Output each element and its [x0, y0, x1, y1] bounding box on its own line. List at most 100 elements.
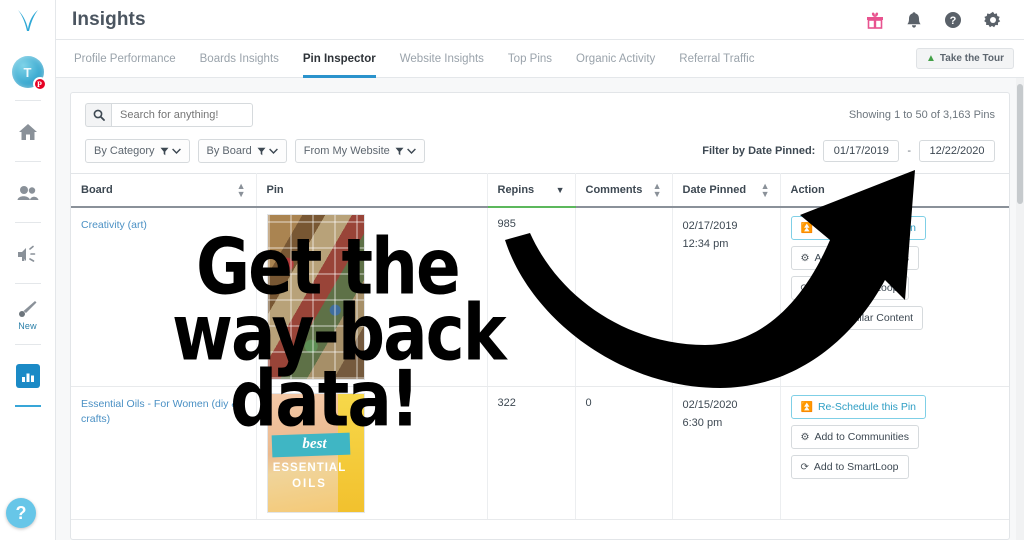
add-to-communities-button[interactable]: ⚙ Add to Communities	[790, 425, 920, 449]
tab-referral-traffic[interactable]: Referral Traffic	[679, 40, 754, 78]
reschedule-pin-button[interactable]: ⏫ Re-Schedule this Pin	[790, 216, 927, 240]
sort-descending-icon: ▼	[555, 185, 565, 195]
cell-action: ⏫ Re-Schedule this Pin ⚙ Add to Communit…	[780, 207, 1009, 387]
funnel-icon	[160, 147, 169, 155]
sidebar-item-promote[interactable]	[8, 237, 48, 271]
tab-pin-inspector[interactable]: Pin Inspector	[302, 40, 376, 78]
cell-repins: 322	[487, 386, 576, 520]
app-logo[interactable]	[0, 0, 55, 40]
gift-glyph	[867, 12, 883, 29]
search-input[interactable]	[111, 103, 253, 127]
tab-boards-insights[interactable]: Boards Insights	[200, 40, 279, 78]
sidebar-item-communities[interactable]	[8, 176, 48, 210]
help-fab-button[interactable]: ?	[6, 498, 36, 528]
bell-glyph	[907, 11, 921, 28]
svg-text:?: ?	[950, 15, 957, 27]
add-to-smartloop-button[interactable]: ⟳ Add to SmartLoop	[790, 276, 909, 300]
pin-thumbnail-text-line1: ESSENTIAL	[272, 462, 347, 474]
gift-icon[interactable]	[866, 11, 884, 29]
column-label-action: Action	[790, 184, 825, 196]
date-to-input[interactable]	[919, 140, 995, 162]
tab-profile-performance[interactable]: Profile Performance	[74, 40, 176, 78]
bell-icon[interactable]	[906, 11, 922, 29]
sidebar-item-insights[interactable]	[8, 359, 48, 393]
tab-organic-activity[interactable]: Organic Activity	[576, 40, 655, 78]
search-row: Showing 1 to 50 of 3,163 Pins	[71, 93, 1009, 133]
add-to-smartloop-label: Add to SmartLoop	[813, 282, 899, 294]
column-label-date-pinned: Date Pinned	[682, 184, 747, 196]
pin-thumbnail-text-line2: OILS	[292, 478, 327, 490]
sort-icon: ▲ ▼	[652, 181, 662, 199]
date-pinned-time: 12:34 pm	[682, 237, 729, 250]
find-similar-content-button[interactable]: 💡 Find Similar Content	[790, 306, 924, 330]
pin-thumbnail[interactable]	[266, 214, 365, 380]
column-label-repins: Repins	[497, 184, 535, 196]
main-content: Showing 1 to 50 of 3,163 Pins By Categor…	[56, 78, 1024, 540]
take-the-tour-button[interactable]: ▲ Take the Tour	[916, 48, 1014, 69]
sidebar-active-indicator	[14, 405, 41, 407]
bar-chart-glyph	[21, 373, 34, 382]
help-icon[interactable]: ?	[944, 11, 962, 29]
tailwind-bird-logo-icon	[17, 10, 38, 31]
filter-by-board-dropdown[interactable]: By Board	[197, 139, 287, 163]
sort-icon: ▲ ▼	[236, 181, 246, 199]
sidebar-divider	[14, 283, 41, 284]
chevron-down-icon	[406, 148, 416, 154]
tab-website-insights[interactable]: Website Insights	[400, 40, 484, 78]
home-icon	[18, 124, 37, 140]
cell-comments: 0	[575, 386, 673, 520]
schedule-icon: ⏫	[800, 222, 813, 234]
table-head: Board ▲ ▼ Pin Repins ▼ Comments ▲ ▼ Date…	[71, 173, 1009, 208]
sidebar-item-create[interactable]: New	[8, 298, 48, 332]
date-from-input[interactable]	[823, 140, 900, 162]
table-row: Essential Oils - For Women (diy & crafts…	[71, 386, 1009, 520]
search-group	[85, 103, 253, 127]
add-to-smartloop-button[interactable]: ⟳ Add to SmartLoop	[790, 455, 909, 479]
filter-by-category-dropdown[interactable]: By Category	[85, 139, 190, 163]
sidebar-item-home[interactable]	[8, 115, 48, 149]
gear-icon[interactable]	[984, 11, 1002, 29]
communities-icon: ⚙	[800, 252, 810, 264]
chevron-down-icon	[268, 148, 278, 154]
column-header-repins[interactable]: Repins ▼	[487, 173, 576, 208]
megaphone-icon	[17, 245, 35, 262]
column-header-board[interactable]: Board ▲ ▼	[71, 173, 257, 208]
page-title: Insights	[72, 8, 146, 30]
cell-date-pinned: 02/15/2020 6:30 pm	[672, 386, 781, 520]
column-label-board: Board	[81, 184, 113, 196]
cell-pin	[256, 207, 488, 387]
pin-thumbnail[interactable]: best ESSENTIAL OILS	[266, 393, 365, 513]
find-similar-content-label: Find Similar Content	[817, 312, 914, 324]
avatar[interactable]: T P	[11, 56, 47, 91]
board-link[interactable]: Creativity (art)	[81, 219, 147, 231]
filter-by-board-label: By Board	[206, 145, 252, 157]
reschedule-pin-button[interactable]: ⏫ Re-Schedule this Pin	[790, 395, 927, 419]
cell-repins: 985	[487, 207, 576, 387]
reschedule-pin-label: Re-Schedule this Pin	[817, 401, 917, 413]
lightbulb-icon: 💡	[800, 312, 813, 324]
pin-thumbnail-script-text: best	[302, 436, 327, 452]
chevron-down-icon	[171, 148, 181, 154]
sidebar-divider	[14, 100, 41, 101]
board-link[interactable]: Essential Oils - For Women (diy & crafts…	[81, 398, 238, 425]
left-sidebar: T P New ?	[0, 0, 56, 540]
column-header-date-pinned[interactable]: Date Pinned ▲ ▼	[672, 173, 781, 208]
add-to-communities-button[interactable]: ⚙ Add to Communities	[790, 246, 920, 270]
sidebar-divider	[14, 344, 41, 345]
filter-from-my-website-dropdown[interactable]: From My Website	[294, 139, 425, 163]
pinterest-badge-icon: P	[32, 77, 47, 91]
search-button[interactable]	[85, 103, 111, 127]
communities-icon: ⚙	[800, 431, 810, 443]
cell-comments	[575, 207, 673, 387]
column-header-comments[interactable]: Comments ▲ ▼	[575, 173, 673, 208]
column-header-pin: Pin	[256, 173, 488, 208]
column-label-pin: Pin	[266, 184, 284, 196]
app-root: T P New ? Insights ? Profile Performance…	[0, 0, 1024, 540]
app-header: Insights ?	[56, 0, 1024, 40]
date-pinned-time: 6:30 pm	[682, 416, 723, 429]
sidebar-divider	[14, 161, 41, 162]
tab-top-pins[interactable]: Top Pins	[508, 40, 552, 78]
vertical-scrollbar-thumb[interactable]	[1017, 84, 1023, 204]
loop-icon: ⟳	[800, 461, 809, 473]
add-to-communities-label: Add to Communities	[814, 252, 910, 264]
